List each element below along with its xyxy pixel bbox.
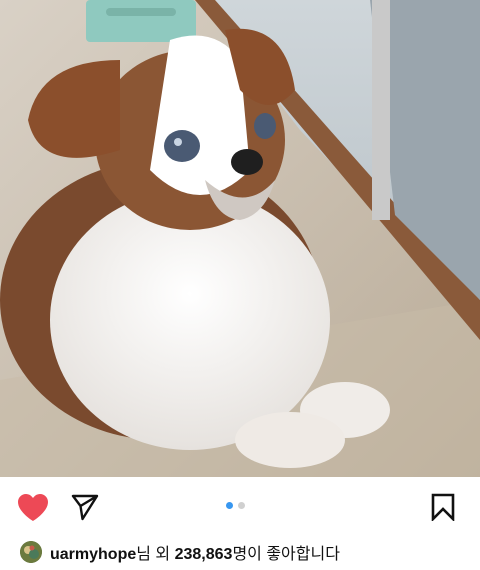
avatar[interactable] xyxy=(20,541,42,563)
likes-suffix: 명이 좋아합니다 xyxy=(232,546,340,563)
like-button[interactable] xyxy=(14,489,52,525)
bookmark-icon xyxy=(431,493,455,521)
carousel-dot-active xyxy=(226,502,233,509)
likes-count[interactable]: 238,863 xyxy=(175,546,233,563)
carousel-dot xyxy=(238,502,245,509)
likes-summary: uarmyhope님 외 238,863명이 좋아합니다 xyxy=(0,537,480,567)
avatar-image xyxy=(20,541,42,563)
share-button[interactable] xyxy=(68,490,102,524)
paper-plane-icon xyxy=(71,494,99,521)
heart-filled-icon xyxy=(18,493,48,521)
save-button[interactable] xyxy=(426,490,460,524)
post-action-bar xyxy=(0,477,480,537)
likes-text: uarmyhope님 외 238,863명이 좋아합니다 xyxy=(50,540,340,564)
carousel-indicator xyxy=(226,502,245,509)
instagram-post: uarmyhope님 외 238,863명이 좋아합니다 xyxy=(0,0,480,570)
post-photo[interactable] xyxy=(0,0,480,477)
likes-connector: 님 외 xyxy=(136,546,175,563)
dog-photo-illustration xyxy=(0,0,480,477)
liker-username[interactable]: uarmyhope xyxy=(50,546,136,563)
